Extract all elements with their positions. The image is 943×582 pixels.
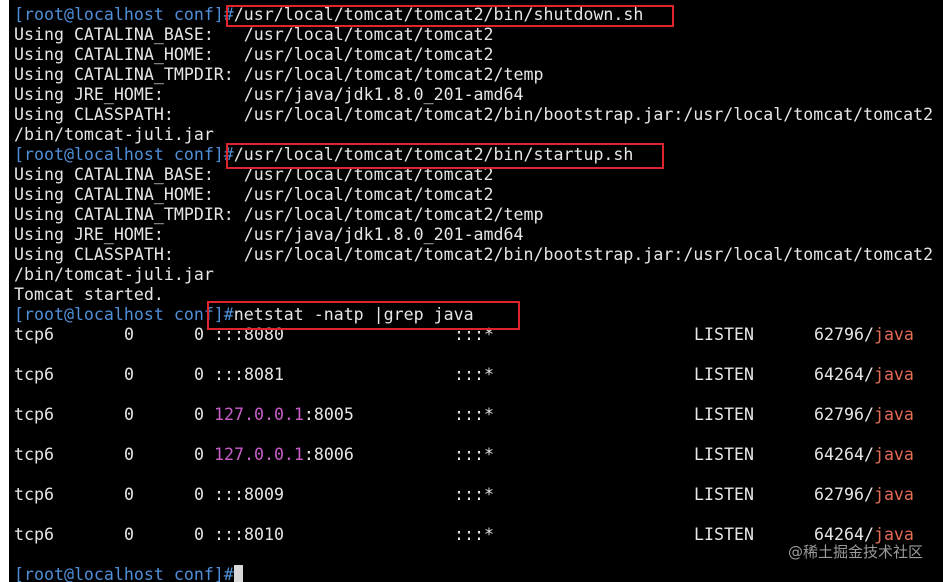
output-line: Using CLASSPATH: /usr/local/tomcat/tomca… [14, 105, 934, 124]
foreign-address-cell: :::* [454, 445, 494, 464]
foreign-address-cell: :::* [454, 405, 494, 424]
output-line: Using CATALINA_TMPDIR: /usr/local/tomcat… [14, 65, 544, 84]
pid: 64264/ [814, 445, 874, 464]
send-q-cell: 0 [194, 405, 204, 424]
program-name: java [873, 445, 914, 464]
recv-q-cell: 0 [124, 485, 134, 504]
local-port: :::8081 [214, 365, 284, 384]
send-q-cell: 0 [194, 485, 204, 504]
state-cell: LISTEN [694, 405, 754, 424]
local-port: :::8010 [214, 525, 284, 544]
program-name: java [873, 485, 914, 504]
foreign-address-cell: :::* [454, 525, 494, 544]
output-line: /bin/tomcat-juli.jar [14, 125, 214, 144]
shell-prompt: [root@localhost conf]# [14, 5, 234, 24]
text-cursor [233, 565, 243, 582]
output-line: Using CATALINA_TMPDIR: /usr/local/tomcat… [14, 205, 544, 224]
local-address-cell: :::8081 [214, 365, 284, 385]
pid-program-cell: 62796/java [814, 485, 914, 505]
pid-program-cell: 64264/java [814, 445, 914, 465]
send-q-cell: 0 [194, 365, 204, 384]
output-line: Using JRE_HOME: /usr/java/jdk1.8.0_201-a… [14, 85, 524, 104]
state-cell: LISTEN [694, 525, 754, 544]
output-line: /bin/tomcat-juli.jar [14, 265, 214, 284]
program-name: java [873, 405, 914, 424]
local-ip: 127.0.0.1 [214, 405, 304, 424]
local-port: :8006 [303, 445, 354, 464]
command-line-current[interactable]: [root@localhost conf]# [14, 565, 243, 582]
terminal-window[interactable]: [root@localhost conf]#/usr/local/tomcat/… [0, 0, 943, 582]
output-line: Using JRE_HOME: /usr/java/jdk1.8.0_201-a… [14, 225, 524, 244]
state-cell: LISTEN [694, 365, 754, 384]
shell-prompt: [root@localhost conf]# [14, 145, 234, 164]
pid: 62796/ [814, 325, 874, 344]
recv-q-cell: 0 [124, 365, 134, 384]
output-line: Using CATALINA_HOME: /usr/local/tomcat/t… [14, 185, 494, 204]
pid: 62796/ [814, 485, 874, 504]
output-line: Tomcat started. [14, 285, 164, 304]
highlight-box-startup [226, 143, 664, 169]
send-q-cell: 0 [194, 325, 204, 344]
highlight-box-netstat [207, 301, 520, 330]
send-q-cell: 0 [194, 445, 204, 464]
state-cell: LISTEN [694, 445, 754, 464]
output-line: Using CATALINA_HOME: /usr/local/tomcat/t… [14, 45, 494, 64]
highlight-box-shutdown [226, 5, 674, 27]
recv-q-cell: 0 [124, 405, 134, 424]
shell-prompt: [root@localhost conf]# [14, 565, 234, 582]
output-line: Using CATALINA_BASE: /usr/local/tomcat/t… [14, 25, 494, 44]
state-cell: LISTEN [694, 485, 754, 504]
local-ip: 127.0.0.1 [214, 445, 304, 464]
program-name: java [873, 365, 914, 384]
send-q-cell: 0 [194, 525, 204, 544]
output-line: Using CLASSPATH: /usr/local/tomcat/tomca… [14, 245, 934, 264]
pid: 62796/ [814, 405, 874, 424]
local-address-cell: :::8010 [214, 525, 284, 545]
foreign-address-cell: :::* [454, 485, 494, 504]
pid-program-cell: 64264/java [814, 365, 914, 385]
window-edge [0, 0, 9, 582]
shell-prompt: [root@localhost conf]# [14, 305, 234, 324]
pid: 64264/ [814, 365, 874, 384]
proto-cell: tcp6 [14, 445, 54, 464]
proto-cell: tcp6 [14, 365, 54, 384]
local-port: :8005 [303, 405, 354, 424]
foreign-address-cell: :::* [454, 365, 494, 384]
proto-cell: tcp6 [14, 325, 54, 344]
pid-program-cell: 62796/java [814, 325, 914, 345]
state-cell: LISTEN [694, 325, 754, 344]
local-address-cell: 127.0.0.1:8005 [214, 405, 354, 425]
proto-cell: tcp6 [14, 485, 54, 504]
recv-q-cell: 0 [124, 525, 134, 544]
proto-cell: tcp6 [14, 405, 54, 424]
proto-cell: tcp6 [14, 525, 54, 544]
program-name: java [873, 325, 914, 344]
local-address-cell: 127.0.0.1:8006 [214, 445, 354, 465]
pid-program-cell: 62796/java [814, 405, 914, 425]
local-port: :::8009 [214, 485, 284, 504]
local-address-cell: :::8009 [214, 485, 284, 505]
recv-q-cell: 0 [124, 325, 134, 344]
recv-q-cell: 0 [124, 445, 134, 464]
watermark-text: @稀土掘金技术社区 [787, 543, 923, 561]
